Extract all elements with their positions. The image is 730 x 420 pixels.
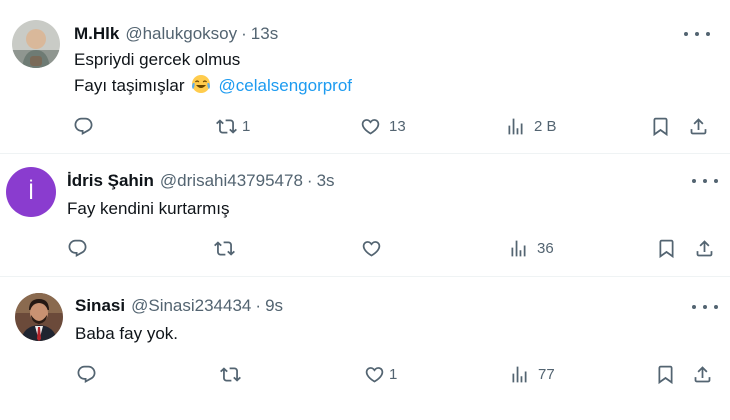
view-count: 2 B bbox=[534, 118, 557, 135]
reply-icon bbox=[73, 116, 94, 137]
separator-dot: · bbox=[255, 296, 262, 315]
like-count: 1 bbox=[389, 366, 398, 383]
bookmark-button[interactable] bbox=[655, 364, 676, 385]
more-options-icon[interactable] bbox=[684, 26, 710, 42]
heart-icon bbox=[364, 364, 385, 385]
mention-link[interactable]: @celalsengorprof bbox=[219, 76, 353, 95]
timestamp[interactable]: 9s bbox=[265, 296, 283, 316]
like-count: 13 bbox=[389, 118, 406, 135]
heart-icon bbox=[361, 238, 382, 259]
tweet-line: Fay kendini kurtarmış bbox=[67, 199, 230, 218]
tweet-line: Espriydi gercek olmus bbox=[74, 50, 241, 69]
bookmark-button[interactable] bbox=[650, 116, 671, 137]
share-icon bbox=[694, 238, 715, 259]
user-handle[interactable]: @halukgoksoy bbox=[125, 24, 237, 44]
bookmark-button[interactable] bbox=[656, 238, 677, 259]
like-button[interactable]: 13 bbox=[360, 116, 406, 137]
bookmark-icon bbox=[656, 238, 677, 259]
user-handle[interactable]: @drisahi43795478 bbox=[160, 171, 303, 191]
bookmark-icon bbox=[650, 116, 671, 137]
avatar-photo-icon bbox=[15, 293, 63, 341]
tweet-line: Fayı taşimışlar @celalsengorprof bbox=[74, 73, 352, 99]
timestamp[interactable]: 3s bbox=[317, 171, 335, 191]
share-button[interactable] bbox=[692, 364, 713, 385]
timestamp[interactable]: 13s bbox=[251, 24, 278, 44]
avatar[interactable]: İ bbox=[6, 167, 56, 217]
more-options-icon[interactable] bbox=[692, 173, 718, 189]
views-button[interactable]: 36 bbox=[508, 238, 554, 259]
retweet-icon bbox=[214, 238, 235, 259]
heart-icon bbox=[360, 116, 381, 137]
display-name[interactable]: M.Hlk bbox=[74, 24, 119, 44]
tweet-3[interactable]: Sinasi @Sinasi234434 · 9s Baba fay yok. … bbox=[0, 277, 730, 420]
views-icon bbox=[509, 364, 530, 385]
views-button[interactable]: 77 bbox=[509, 364, 555, 385]
reply-button[interactable] bbox=[76, 364, 105, 385]
bookmark-icon bbox=[655, 364, 676, 385]
retweet-icon bbox=[220, 364, 241, 385]
separator-dot: · bbox=[241, 24, 247, 43]
tweet-text: Fay kendini kurtarmış bbox=[67, 196, 230, 222]
face-with-tears-of-joy-icon bbox=[191, 75, 210, 93]
retweet-icon bbox=[216, 116, 237, 137]
share-icon bbox=[692, 364, 713, 385]
tweet-line: Baba fay yok. bbox=[75, 324, 179, 343]
share-button[interactable] bbox=[688, 116, 709, 137]
reply-icon bbox=[76, 364, 97, 385]
avatar[interactable] bbox=[15, 293, 63, 341]
view-count: 77 bbox=[538, 366, 555, 383]
retweet-count: 1 bbox=[242, 118, 251, 135]
share-button[interactable] bbox=[694, 238, 715, 259]
avatar-letter-icon: İ bbox=[6, 167, 56, 217]
tweet-text: Baba fay yok. bbox=[75, 321, 178, 347]
retweet-button[interactable] bbox=[220, 364, 249, 385]
reply-icon bbox=[67, 238, 88, 259]
view-count: 36 bbox=[537, 240, 554, 257]
tweet-1[interactable]: M.Hlk @halukgoksoy · 13s Espriydi gercek… bbox=[0, 0, 730, 153]
views-icon bbox=[505, 116, 526, 137]
avatar-photo-icon bbox=[12, 20, 60, 68]
like-button[interactable]: 1 bbox=[364, 364, 397, 385]
separator-dot: · bbox=[306, 171, 313, 190]
tweet-2[interactable]: İ İdris Şahin @drisahi43795478 · 3s Fay … bbox=[0, 154, 730, 276]
reply-button[interactable] bbox=[73, 116, 102, 137]
tweet-text: Espriydi gercek olmus Fayı taşimışlar @c… bbox=[74, 47, 352, 99]
tweet-line-text: Fayı taşimışlar bbox=[74, 76, 185, 95]
display-name[interactable]: İdris Şahin bbox=[67, 171, 154, 191]
reply-button[interactable] bbox=[67, 238, 96, 259]
views-icon bbox=[508, 238, 529, 259]
retweet-button[interactable]: 1 bbox=[216, 116, 250, 137]
like-button[interactable] bbox=[361, 238, 390, 259]
share-icon bbox=[688, 116, 709, 137]
views-button[interactable]: 2 B bbox=[505, 116, 557, 137]
avatar[interactable] bbox=[12, 20, 60, 68]
retweet-button[interactable] bbox=[214, 238, 243, 259]
user-handle[interactable]: @Sinasi234434 bbox=[131, 296, 251, 316]
display-name[interactable]: Sinasi bbox=[75, 296, 125, 316]
more-options-icon[interactable] bbox=[692, 299, 718, 315]
